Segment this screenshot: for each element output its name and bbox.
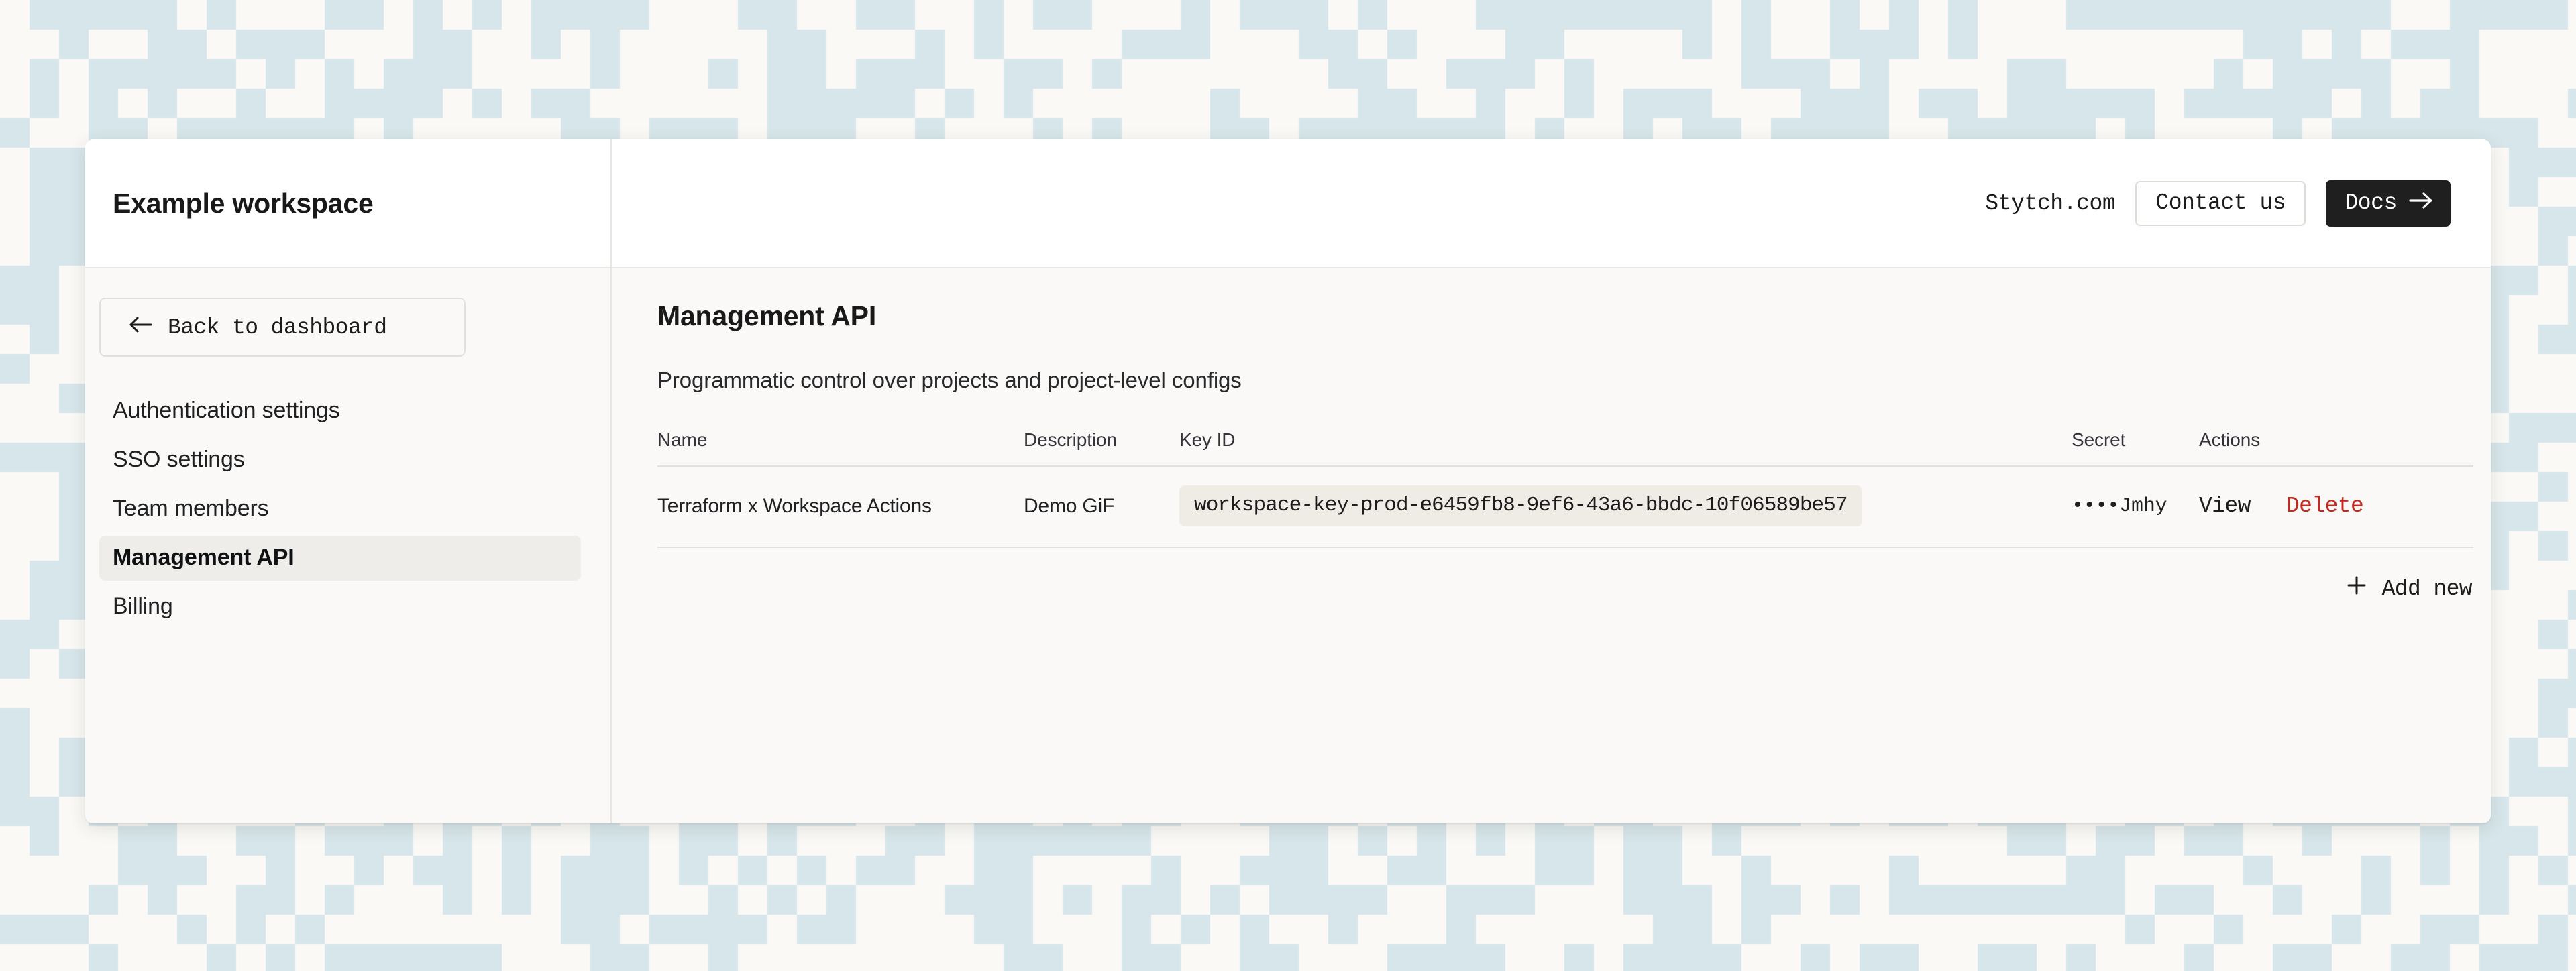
column-header-secret: Secret xyxy=(2072,429,2199,467)
table-body: Terraform x Workspace Actions Demo GiF w… xyxy=(657,466,2473,548)
cell-name: Terraform x Workspace Actions xyxy=(657,466,1024,548)
view-secret-link[interactable]: View xyxy=(2199,494,2251,518)
docs-button[interactable]: Docs xyxy=(2326,180,2451,227)
workspace-title: Example workspace xyxy=(113,187,374,219)
contact-us-button[interactable]: Contact us xyxy=(2135,180,2306,226)
page-subtitle: Programmatic control over projects and p… xyxy=(657,367,1242,392)
key-id-pill[interactable]: workspace-key-prod-e6459fb8-9ef6-43a6-bb… xyxy=(1179,486,1862,526)
column-header-name: Name xyxy=(657,429,1024,467)
app-card: Example workspace Stytch.com Contact us … xyxy=(85,139,2491,823)
column-header-actions: Actions xyxy=(2199,429,2473,467)
sidebar-item-team-members[interactable]: Team members xyxy=(99,487,581,532)
docs-button-label: Docs xyxy=(2345,190,2397,215)
table-row: Terraform x Workspace Actions Demo GiF w… xyxy=(657,466,2473,548)
table-header: Name Description Key ID Secret Actions xyxy=(657,429,2473,467)
cell-secret: ••••Jmhy xyxy=(2072,466,2199,548)
arrow-left-icon xyxy=(129,315,153,340)
sidebar-item-authentication-settings[interactable]: Authentication settings xyxy=(99,389,581,434)
plus-icon xyxy=(2346,575,2367,603)
sidebar: Back to dashboard Authentication setting… xyxy=(85,268,612,823)
sidebar-item-management-api[interactable]: Management API xyxy=(99,536,581,581)
sidebar-item-sso-settings[interactable]: SSO settings xyxy=(99,438,581,483)
cell-key-id: workspace-key-prod-e6459fb8-9ef6-43a6-bb… xyxy=(1179,466,2072,548)
top-bar-left: Example workspace xyxy=(85,139,612,267)
delete-key-link[interactable]: Delete xyxy=(2286,494,2364,518)
table-header-row: Name Description Key ID Secret Actions xyxy=(657,429,2473,467)
stytch-site-link[interactable]: Stytch.com xyxy=(1985,191,2115,216)
cell-description: Demo GiF xyxy=(1024,466,1179,548)
add-new-row: Add new xyxy=(657,572,2473,606)
column-header-key-id: Key ID xyxy=(1179,429,2072,467)
sidebar-item-billing[interactable]: Billing xyxy=(99,585,581,630)
back-to-dashboard-button[interactable]: Back to dashboard xyxy=(99,298,466,357)
top-bar: Example workspace Stytch.com Contact us … xyxy=(85,139,2491,268)
page-title: Management API xyxy=(657,300,877,331)
card-body: Back to dashboard Authentication setting… xyxy=(85,268,2491,823)
top-bar-right: Stytch.com Contact us Docs xyxy=(612,139,2491,267)
back-to-dashboard-label: Back to dashboard xyxy=(168,315,387,340)
sidebar-nav: Authentication settings SSO settings Tea… xyxy=(99,389,596,630)
main-content: Management API Programmatic control over… xyxy=(612,268,2491,823)
management-api-table: Name Description Key ID Secret Actions T… xyxy=(657,429,2473,548)
add-new-label: Add new xyxy=(2381,576,2473,602)
arrow-right-icon xyxy=(2409,192,2433,215)
add-new-button[interactable]: Add new xyxy=(2345,572,2473,606)
cell-actions: View Delete xyxy=(2199,466,2473,548)
column-header-description: Description xyxy=(1024,429,1179,467)
